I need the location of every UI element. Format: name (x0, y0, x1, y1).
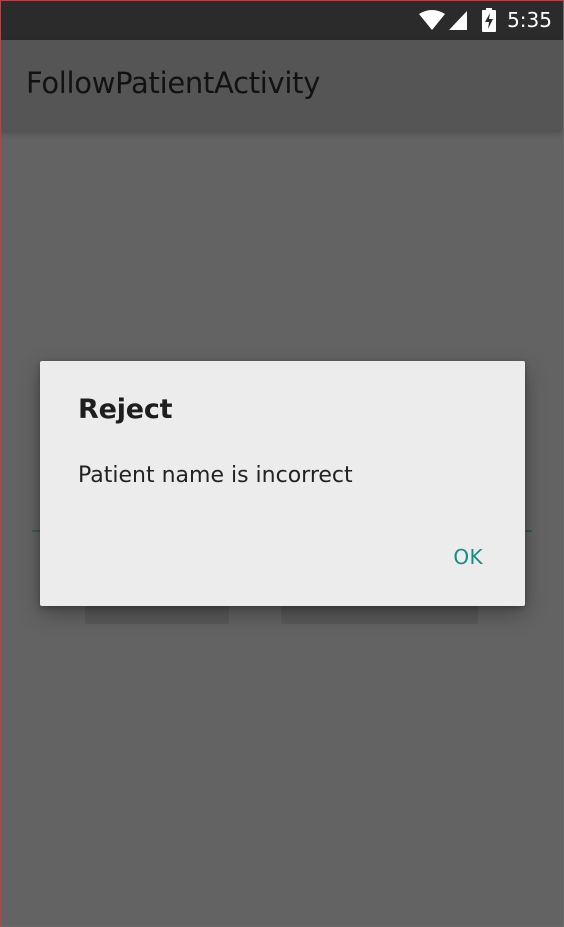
signal-icon (448, 9, 468, 31)
dialog-message: Patient name is incorrect (78, 463, 353, 488)
app-title: FollowPatientActivity (26, 66, 321, 100)
app-bar: FollowPatientActivity (0, 40, 564, 130)
battery-charging-icon (482, 8, 497, 32)
status-icons: 5:35 (418, 0, 552, 40)
ok-button[interactable]: OK (449, 543, 487, 571)
wifi-icon (418, 9, 446, 31)
dialog-title: Reject (78, 394, 173, 425)
status-bar: 5:35 (0, 0, 564, 40)
status-time: 5:35 (507, 8, 552, 32)
alert-dialog: Reject Patient name is incorrect OK (40, 361, 525, 606)
